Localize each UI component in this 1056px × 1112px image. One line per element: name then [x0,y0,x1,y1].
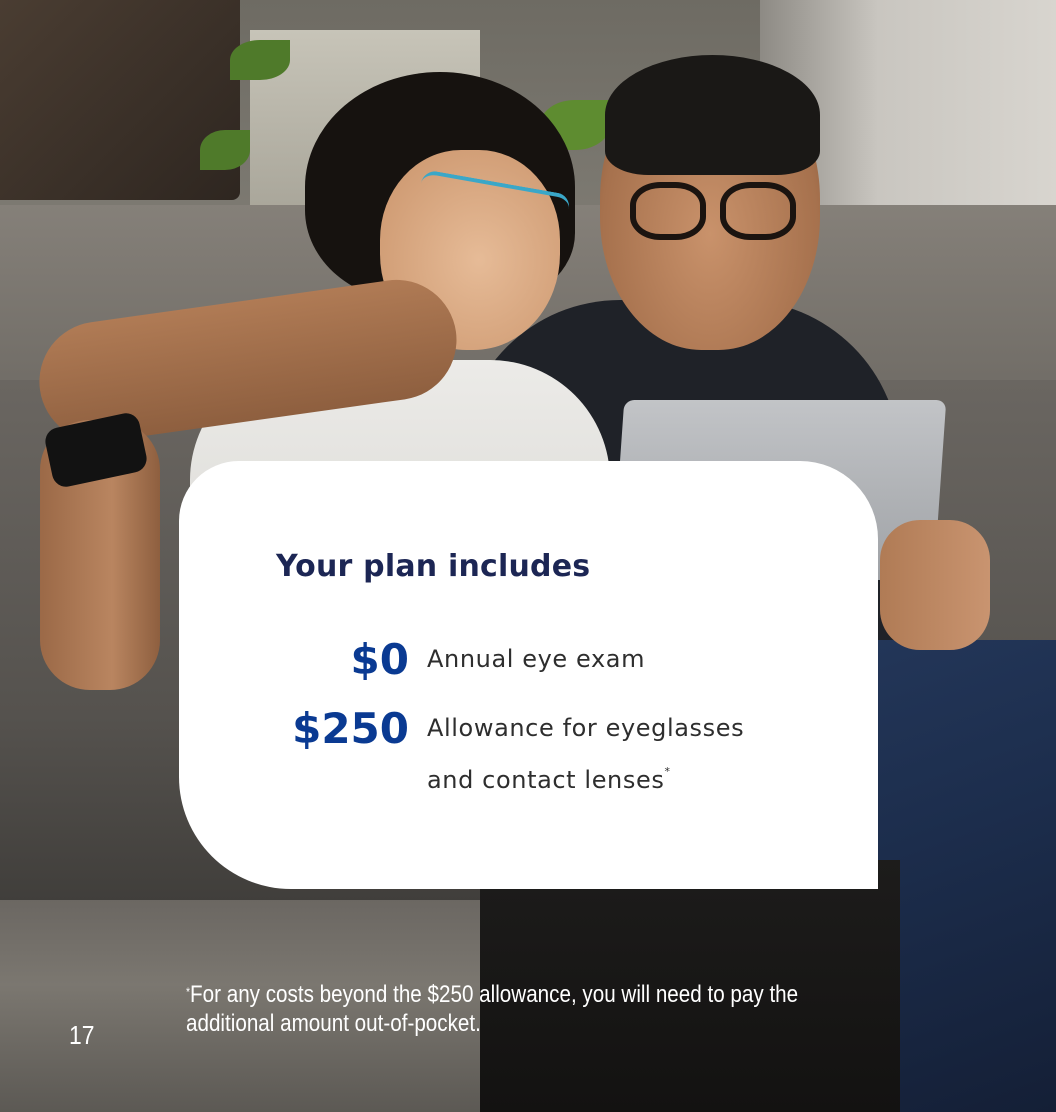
benefit-description: Annual eye exam [427,633,645,685]
glasses-icon [720,182,796,240]
hand [880,520,990,650]
card-title: Your plan includes [276,549,591,584]
plant-leaf [200,130,250,170]
man-hair [605,55,820,175]
benefit-description-line: and contact lenses* [427,754,744,806]
benefit-eye-exam: $0 Annual eye exam [179,639,645,685]
benefit-amount: $250 [292,704,409,753]
benefit-description: Allowance for eyeglasses and contact len… [427,702,744,806]
benefit-description-line: Annual eye exam [427,645,646,673]
footnote: *For any costs beyond the $250 allowance… [186,980,805,1038]
benefit-amount: $0 [350,635,409,684]
plant-leaf [230,40,290,80]
benefit-description-line: Allowance for eyeglasses [427,714,745,742]
footnote-marker: * [664,765,671,778]
benefit-description-text: and contact lenses [427,766,665,794]
plant-pot [0,0,240,200]
page-number: 17 [69,1020,95,1050]
footnote-marker: * [186,985,191,999]
plan-info-card: Your plan includes $0 Annual eye exam $2… [179,461,878,889]
footnote-text: For any costs beyond the $250 allowance,… [186,981,799,1037]
glasses-icon [630,182,706,240]
benefit-eyewear-allowance: $250 Allowance for eyeglasses and contac… [179,708,744,806]
